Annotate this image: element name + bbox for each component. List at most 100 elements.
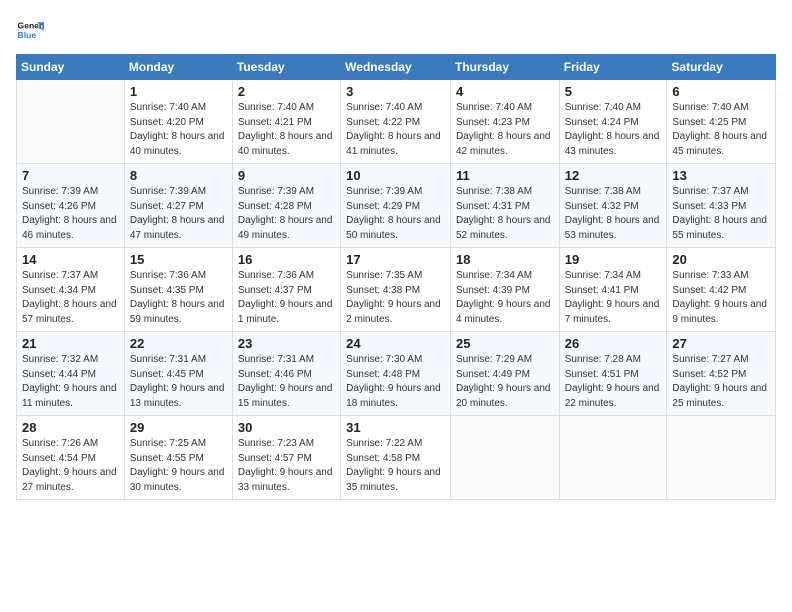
week-row-4: 21Sunrise: 7:32 AMSunset: 4:44 PMDayligh… bbox=[17, 332, 776, 416]
day-number: 13 bbox=[672, 168, 770, 183]
page: General Blue SundayMondayTuesdayWednesda… bbox=[0, 0, 792, 612]
cell-info: Sunrise: 7:36 AMSunset: 4:35 PMDaylight:… bbox=[130, 269, 227, 327]
day-number: 4 bbox=[456, 84, 554, 99]
cell-info: Sunrise: 7:37 AMSunset: 4:33 PMDaylight:… bbox=[672, 185, 770, 243]
calendar-cell bbox=[559, 416, 667, 500]
cell-info: Sunrise: 7:26 AMSunset: 4:54 PMDaylight:… bbox=[22, 437, 119, 495]
calendar-cell: 20 Sunrise: 7:33 AMSunset: 4:42 PMDayligh… bbox=[667, 248, 776, 332]
calendar-cell: 2 Sunrise: 7:40 AMSunset: 4:21 PMDaylight… bbox=[232, 80, 340, 164]
calendar-cell: 3 Sunrise: 7:40 AMSunset: 4:22 PMDaylight… bbox=[341, 80, 451, 164]
cell-info: Sunrise: 7:40 AMSunset: 4:21 PMDaylight:… bbox=[238, 101, 335, 159]
cell-info: Sunrise: 7:38 AMSunset: 4:31 PMDaylight:… bbox=[456, 185, 554, 243]
calendar-cell bbox=[17, 80, 125, 164]
day-number: 7 bbox=[22, 168, 119, 183]
header-day-monday: Monday bbox=[124, 55, 232, 80]
calendar-cell: 26 Sunrise: 7:28 AMSunset: 4:51 PMDayligh… bbox=[559, 332, 667, 416]
cell-info: Sunrise: 7:38 AMSunset: 4:32 PMDaylight:… bbox=[565, 185, 662, 243]
day-number: 18 bbox=[456, 252, 554, 267]
week-row-1: 1 Sunrise: 7:40 AMSunset: 4:20 PMDaylight… bbox=[17, 80, 776, 164]
calendar-cell: 31Sunrise: 7:22 AMSunset: 4:58 PMDayligh… bbox=[341, 416, 451, 500]
calendar-cell: 13 Sunrise: 7:37 AMSunset: 4:33 PMDayligh… bbox=[667, 164, 776, 248]
calendar-cell: 28 Sunrise: 7:26 AMSunset: 4:54 PMDayligh… bbox=[17, 416, 125, 500]
cell-info: Sunrise: 7:40 AMSunset: 4:25 PMDaylight:… bbox=[672, 101, 770, 159]
day-number: 20 bbox=[672, 252, 770, 267]
day-number: 6 bbox=[672, 84, 770, 99]
cell-info: Sunrise: 7:39 AMSunset: 4:26 PMDaylight:… bbox=[22, 185, 119, 243]
calendar-cell: 17Sunrise: 7:35 AMSunset: 4:38 PMDayligh… bbox=[341, 248, 451, 332]
day-number: 27 bbox=[672, 336, 770, 351]
calendar-cell: 29 Sunrise: 7:25 AMSunset: 4:55 PMDayligh… bbox=[124, 416, 232, 500]
calendar-cell: 14Sunrise: 7:37 AMSunset: 4:34 PMDayligh… bbox=[17, 248, 125, 332]
calendar-cell: 10 Sunrise: 7:39 AMSunset: 4:29 PMDayligh… bbox=[341, 164, 451, 248]
svg-text:Blue: Blue bbox=[18, 30, 37, 40]
cell-info: Sunrise: 7:30 AMSunset: 4:48 PMDaylight:… bbox=[346, 353, 445, 411]
calendar-cell: 19 Sunrise: 7:34 AMSunset: 4:41 PMDayligh… bbox=[559, 248, 667, 332]
calendar-cell: 27 Sunrise: 7:27 AMSunset: 4:52 PMDayligh… bbox=[667, 332, 776, 416]
day-number: 1 bbox=[130, 84, 227, 99]
calendar-cell: 23 Sunrise: 7:31 AMSunset: 4:46 PMDayligh… bbox=[232, 332, 340, 416]
day-number: 21 bbox=[22, 336, 119, 351]
week-row-2: 7 Sunrise: 7:39 AMSunset: 4:26 PMDaylight… bbox=[17, 164, 776, 248]
logo-icon: General Blue bbox=[16, 16, 44, 44]
calendar-cell bbox=[450, 416, 559, 500]
calendar-cell: 24Sunrise: 7:30 AMSunset: 4:48 PMDayligh… bbox=[341, 332, 451, 416]
logo: General Blue bbox=[16, 16, 44, 44]
calendar-cell: 30 Sunrise: 7:23 AMSunset: 4:57 PMDayligh… bbox=[232, 416, 340, 500]
day-number: 23 bbox=[238, 336, 335, 351]
day-number: 9 bbox=[238, 168, 335, 183]
calendar-cell bbox=[667, 416, 776, 500]
cell-info: Sunrise: 7:29 AMSunset: 4:49 PMDaylight:… bbox=[456, 353, 554, 411]
day-number: 30 bbox=[238, 420, 335, 435]
cell-info: Sunrise: 7:33 AMSunset: 4:42 PMDaylight:… bbox=[672, 269, 770, 327]
calendar-table: SundayMondayTuesdayWednesdayThursdayFrid… bbox=[16, 54, 776, 500]
cell-info: Sunrise: 7:37 AMSunset: 4:34 PMDaylight:… bbox=[22, 269, 119, 327]
header-day-tuesday: Tuesday bbox=[232, 55, 340, 80]
calendar-cell: 25 Sunrise: 7:29 AMSunset: 4:49 PMDayligh… bbox=[450, 332, 559, 416]
calendar-cell: 11 Sunrise: 7:38 AMSunset: 4:31 PMDayligh… bbox=[450, 164, 559, 248]
cell-info: Sunrise: 7:35 AMSunset: 4:38 PMDaylight:… bbox=[346, 269, 445, 327]
day-number: 22 bbox=[130, 336, 227, 351]
header-day-wednesday: Wednesday bbox=[341, 55, 451, 80]
calendar-cell: 8Sunrise: 7:39 AMSunset: 4:27 PMDaylight… bbox=[124, 164, 232, 248]
cell-info: Sunrise: 7:39 AMSunset: 4:28 PMDaylight:… bbox=[238, 185, 335, 243]
cell-info: Sunrise: 7:40 AMSunset: 4:20 PMDaylight:… bbox=[130, 101, 227, 159]
cell-info: Sunrise: 7:36 AMSunset: 4:37 PMDaylight:… bbox=[238, 269, 335, 327]
cell-info: Sunrise: 7:39 AMSunset: 4:27 PMDaylight:… bbox=[130, 185, 227, 243]
cell-info: Sunrise: 7:25 AMSunset: 4:55 PMDaylight:… bbox=[130, 437, 227, 495]
cell-info: Sunrise: 7:31 AMSunset: 4:45 PMDaylight:… bbox=[130, 353, 227, 411]
header: General Blue bbox=[16, 16, 776, 44]
calendar-cell: 6 Sunrise: 7:40 AMSunset: 4:25 PMDaylight… bbox=[667, 80, 776, 164]
cell-info: Sunrise: 7:40 AMSunset: 4:23 PMDaylight:… bbox=[456, 101, 554, 159]
calendar-cell: 7 Sunrise: 7:39 AMSunset: 4:26 PMDaylight… bbox=[17, 164, 125, 248]
day-number: 10 bbox=[346, 168, 445, 183]
day-number: 3 bbox=[346, 84, 445, 99]
day-number: 26 bbox=[565, 336, 662, 351]
cell-info: Sunrise: 7:31 AMSunset: 4:46 PMDaylight:… bbox=[238, 353, 335, 411]
header-day-saturday: Saturday bbox=[667, 55, 776, 80]
day-number: 12 bbox=[565, 168, 662, 183]
day-number: 19 bbox=[565, 252, 662, 267]
day-number: 11 bbox=[456, 168, 554, 183]
week-row-3: 14Sunrise: 7:37 AMSunset: 4:34 PMDayligh… bbox=[17, 248, 776, 332]
cell-info: Sunrise: 7:39 AMSunset: 4:29 PMDaylight:… bbox=[346, 185, 445, 243]
calendar-cell: 5Sunrise: 7:40 AMSunset: 4:24 PMDaylight… bbox=[559, 80, 667, 164]
day-number: 29 bbox=[130, 420, 227, 435]
calendar-cell: 9 Sunrise: 7:39 AMSunset: 4:28 PMDaylight… bbox=[232, 164, 340, 248]
calendar-cell: 16Sunrise: 7:36 AMSunset: 4:37 PMDayligh… bbox=[232, 248, 340, 332]
cell-info: Sunrise: 7:27 AMSunset: 4:52 PMDaylight:… bbox=[672, 353, 770, 411]
cell-info: Sunrise: 7:23 AMSunset: 4:57 PMDaylight:… bbox=[238, 437, 335, 495]
cell-info: Sunrise: 7:28 AMSunset: 4:51 PMDaylight:… bbox=[565, 353, 662, 411]
cell-info: Sunrise: 7:40 AMSunset: 4:24 PMDaylight:… bbox=[565, 101, 662, 159]
day-number: 15 bbox=[130, 252, 227, 267]
calendar-cell: 21Sunrise: 7:32 AMSunset: 4:44 PMDayligh… bbox=[17, 332, 125, 416]
day-number: 28 bbox=[22, 420, 119, 435]
cell-info: Sunrise: 7:34 AMSunset: 4:41 PMDaylight:… bbox=[565, 269, 662, 327]
week-row-5: 28 Sunrise: 7:26 AMSunset: 4:54 PMDayligh… bbox=[17, 416, 776, 500]
day-number: 25 bbox=[456, 336, 554, 351]
cell-info: Sunrise: 7:40 AMSunset: 4:22 PMDaylight:… bbox=[346, 101, 445, 159]
calendar-cell: 18 Sunrise: 7:34 AMSunset: 4:39 PMDayligh… bbox=[450, 248, 559, 332]
header-day-thursday: Thursday bbox=[450, 55, 559, 80]
day-number: 2 bbox=[238, 84, 335, 99]
calendar-cell: 1 Sunrise: 7:40 AMSunset: 4:20 PMDaylight… bbox=[124, 80, 232, 164]
cell-info: Sunrise: 7:34 AMSunset: 4:39 PMDaylight:… bbox=[456, 269, 554, 327]
